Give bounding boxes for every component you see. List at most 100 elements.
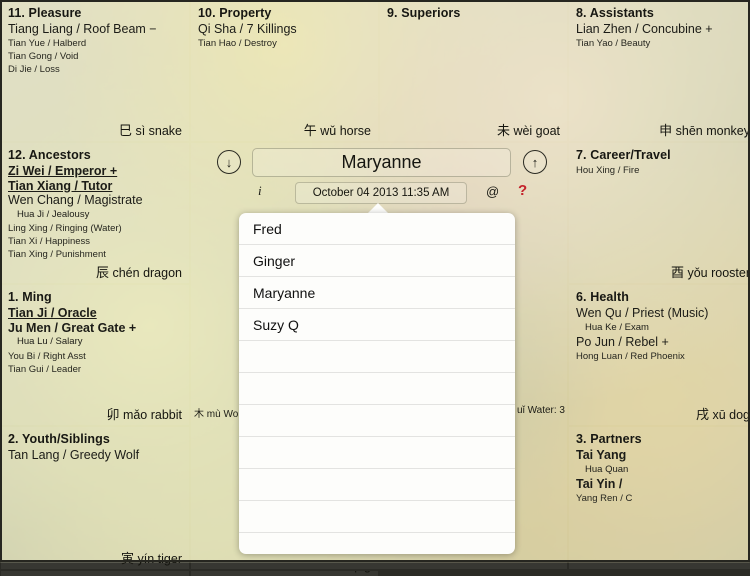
- palace-star: Hua Quan: [585, 463, 629, 475]
- palace-branch: 辰 chén dragon: [96, 262, 182, 281]
- info-icon[interactable]: i: [258, 183, 262, 199]
- list-item-empty: [239, 437, 515, 469]
- palace-star: Tian Gui / Leader: [8, 363, 82, 375]
- branch-label: yín tiger: [137, 552, 182, 566]
- palace-cell-7-career-travel[interactable]: 7. Career/Travel Hou Xing / Fire 酉 yǒu r…: [569, 143, 750, 283]
- palace-title: 3. Partners: [576, 432, 642, 446]
- palace-cell-11-pleasure[interactable]: 11. Pleasure Tiang Liang / Roof Beam − T…: [1, 1, 189, 141]
- palace-cell-12-ancestors[interactable]: 12. Ancestors Zi Wei / Emperor + Tian Xi…: [1, 143, 189, 283]
- palace-star: Tian Ji / Oracle: [8, 306, 97, 320]
- branch-han: 子: [138, 571, 151, 573]
- palace-star: Wen Qu / Priest (Music): [576, 306, 709, 320]
- palace-star: Po Jun / Rebel +: [576, 335, 669, 349]
- list-item-empty: [239, 405, 515, 437]
- branch-han: 亥: [318, 571, 331, 573]
- palace-star: Lian Zhen / Concubine +: [576, 22, 713, 36]
- branch-label: chén dragon: [112, 266, 182, 280]
- palace-title: 11. Pleasure: [8, 6, 82, 20]
- branch-han: 酉: [670, 265, 684, 280]
- palace-title: 2. Youth/Siblings: [8, 432, 110, 446]
- palace-branch: 巳 sì snake: [119, 120, 182, 139]
- palace-cell-2-youth-siblings[interactable]: 2. Youth/Siblings Tan Lang / Greedy Wolf…: [1, 427, 189, 569]
- palace-cell-6-health[interactable]: 6. Health Wen Qu / Priest (Music) Hua Ke…: [569, 285, 750, 425]
- branch-label: mǎo rabbit: [122, 408, 182, 422]
- branch-label: shēn monkey: [675, 124, 750, 138]
- birth-datetime-field[interactable]: October 04 2013 11:35 AM: [295, 182, 467, 204]
- name-picker-popover[interactable]: Fred Ginger Maryanne Suzy Q: [239, 213, 515, 554]
- palace-branch: 寅 yín tiger: [121, 548, 182, 567]
- list-item[interactable]: Maryanne: [239, 277, 515, 309]
- palace-cell-3-partners[interactable]: 3. Partners Tai Yang Hua Quan Tai Yin / …: [569, 427, 750, 569]
- palace-star: You Bi / Right Asst: [8, 350, 86, 362]
- palace-star: Tiang Liang / Roof Beam −: [8, 22, 157, 36]
- branch-label: wèi goat: [513, 124, 560, 138]
- list-item-empty: [239, 373, 515, 405]
- arrow-up-circle-icon[interactable]: ↑: [523, 150, 547, 174]
- list-item[interactable]: Ginger: [239, 245, 515, 277]
- branch-label: hài pig: [334, 571, 371, 573]
- branch-label: wǔ horse: [320, 124, 371, 138]
- palace-branch: 戌 xū dog: [696, 404, 750, 423]
- palace-star: Ju Men / Great Gate +: [8, 320, 137, 335]
- palace-star: Tian Xi / Happiness: [8, 236, 91, 247]
- list-item-empty: [239, 501, 515, 533]
- palace-cell-8-assistants[interactable]: 8. Assistants Lian Zhen / Concubine + Ti…: [569, 1, 750, 141]
- palace-star: Ling Xing / Ringing (Water): [8, 223, 122, 234]
- palace-branch: 子 zǐ rat: [138, 571, 182, 574]
- branch-han: 午: [303, 123, 317, 138]
- palace-star: Zi Wei / Emperor +: [8, 164, 118, 178]
- help-icon[interactable]: ?: [518, 182, 527, 199]
- palace-star: Hua Lu / Salary: [17, 336, 83, 347]
- list-item-empty: [239, 341, 515, 373]
- palace-branch: 酉 yǒu rooster: [671, 262, 750, 281]
- branch-han: 戌: [695, 407, 709, 422]
- palace-title: 7. Career/Travel: [576, 148, 671, 162]
- palace-title: 12. Ancestors: [8, 148, 91, 162]
- branch-label: yǒu rooster: [687, 266, 750, 280]
- arrow-down-circle-icon[interactable]: ↓: [217, 150, 241, 174]
- branch-label: sì snake: [135, 124, 182, 138]
- palace-star: Tian Xiang / Tutor: [8, 178, 113, 193]
- list-item[interactable]: Suzy Q: [239, 309, 515, 341]
- palace-star: Tai Yin /: [576, 477, 623, 491]
- branch-label: xū dog: [712, 408, 750, 422]
- at-icon[interactable]: @: [486, 184, 499, 199]
- palace-cell-5-wealth[interactable]: 5. Wealth Tian Tong / Vassal Tuo Luo / H…: [191, 571, 378, 576]
- palace-title: 8. Assistants: [576, 6, 654, 20]
- palace-star: Tian Yue / Halberd: [8, 37, 87, 49]
- palace-star: Di Jie / Loss: [8, 63, 60, 75]
- palace-star: Tian Gong / Void: [8, 50, 79, 62]
- palace-branch: 午 wǔ horse: [304, 120, 371, 139]
- palace-star: Hong Luan / Red Phoenix: [576, 350, 685, 362]
- palace-cell-4[interactable]: 子 zǐ rat: [1, 571, 189, 576]
- palace-branch: 卯 mǎo rabbit: [106, 404, 182, 423]
- person-name-field[interactable]: Maryanne: [252, 148, 511, 177]
- palace-title: 9. Superiors: [387, 6, 461, 20]
- palace-title: 6. Health: [576, 290, 629, 304]
- palace-star: Hua Ji / Jealousy: [17, 208, 90, 220]
- branch-han: 巳: [118, 123, 132, 138]
- palace-star: Tian Yao / Beauty: [576, 37, 651, 49]
- branch-han: 未: [496, 123, 510, 138]
- palace-title: 1. Ming: [8, 290, 52, 304]
- list-item[interactable]: Fred: [239, 213, 515, 245]
- palace-star: Tian Hao / Destroy: [198, 37, 277, 49]
- palace-branch: 未 wèi goat: [497, 120, 560, 139]
- palace-star: Qi Sha / 7 Killings: [198, 22, 297, 36]
- palace-cell-10-property[interactable]: 10. Property Qi Sha / 7 Killings Tian Ha…: [191, 1, 378, 141]
- list-item-empty: [239, 469, 515, 501]
- palace-branch: 申 shēn monkey: [659, 120, 750, 139]
- palace-star: Yang Ren / C: [576, 492, 633, 504]
- palace-star: Hou Xing / Fire: [576, 165, 640, 176]
- branch-han: 寅: [121, 551, 135, 566]
- palace-star: Hua Ke / Exam: [585, 321, 649, 333]
- palace-cell-9-superiors[interactable]: 9. Superiors 未 wèi goat: [380, 1, 567, 141]
- palace-star: Tian Xing / Punishment: [8, 249, 106, 260]
- branch-han: 申: [659, 123, 673, 138]
- branch-han: 辰: [95, 265, 109, 280]
- palace-star: Tai Yang: [576, 448, 627, 462]
- branch-han: 卯: [106, 407, 120, 422]
- palace-cell-1-ming[interactable]: 1. Ming Tian Ji / Oracle Ju Men / Great …: [1, 285, 189, 425]
- palace-title: 10. Property: [198, 6, 272, 20]
- palace-star: Tan Lang / Greedy Wolf: [8, 448, 140, 462]
